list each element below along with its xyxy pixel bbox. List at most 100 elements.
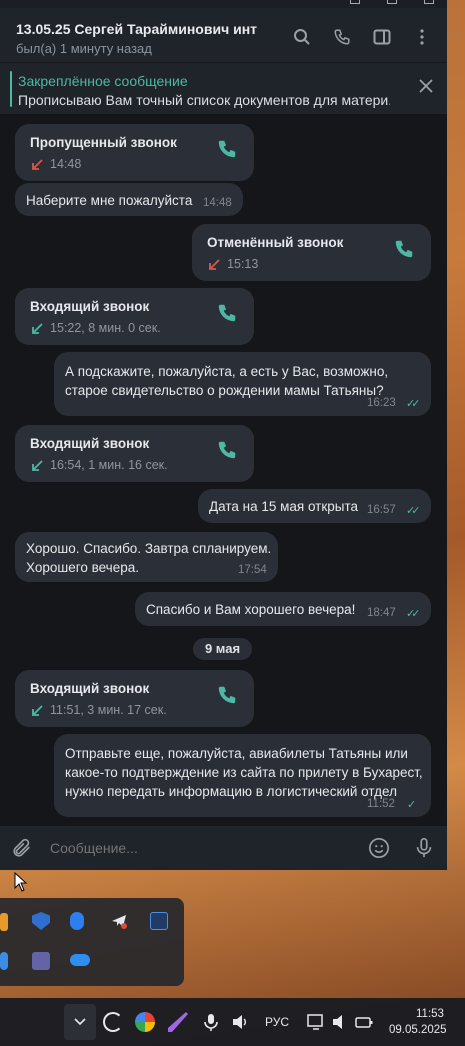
network-icon[interactable] <box>306 1012 326 1032</box>
system-tray-overflow <box>0 898 184 986</box>
phone-icon[interactable] <box>393 238 415 260</box>
compose-bar <box>0 826 447 870</box>
message-time: 16:57 <box>367 504 396 516</box>
read-ticks-icon: ✓✓ <box>406 398 421 410</box>
network-app-icon[interactable] <box>0 952 8 970</box>
search-icon[interactable] <box>291 26 313 48</box>
minimize-button[interactable] <box>350 0 361 4</box>
chrome-tray-icon[interactable] <box>135 1012 155 1032</box>
missed-call-arrow-icon <box>32 159 43 170</box>
bluetooth-icon[interactable] <box>70 912 84 930</box>
message-time: 16:23 <box>367 397 396 409</box>
read-ticks-icon: ✓✓ <box>406 608 421 620</box>
message-text: Спасибо и Вам хорошего вечера! <box>146 602 356 617</box>
call-bubble[interactable]: Входящий звонок 15:22, 8 мин. 0 сек. <box>15 288 254 345</box>
more-options-icon[interactable] <box>411 26 433 48</box>
battery-icon[interactable] <box>354 1012 374 1032</box>
phone-icon[interactable] <box>216 684 238 706</box>
message-bubble[interactable]: Спасибо и Вам хорошего вечера! 18:47 ✓✓ <box>135 592 431 626</box>
call-meta: 15:22, 8 мин. 0 сек. <box>50 321 161 335</box>
message-bubble[interactable]: А подскажите, пожалуйста, а есть у Вас, … <box>54 352 431 416</box>
pinned-indicator <box>10 71 12 107</box>
message-bubble[interactable]: Наберите мне пожалуйста 14:48 <box>15 183 243 216</box>
volume-icon[interactable] <box>230 1012 250 1032</box>
call-bubble[interactable]: Входящий звонок 11:51, 3 мин. 17 сек. <box>15 670 254 727</box>
pinned-message-bar[interactable]: Закреплённое сообщение Прописываю Вам то… <box>0 62 447 114</box>
feather-app-icon[interactable] <box>168 1012 188 1032</box>
call-title: Пропущенный звонок <box>30 135 177 150</box>
translate-app-icon[interactable] <box>150 912 168 930</box>
read-ticks-icon: ✓✓ <box>406 505 421 517</box>
window-controls <box>337 0 447 8</box>
message-bubble[interactable]: Дата на 15 мая открыта 16:57 ✓✓ <box>198 489 431 523</box>
message-text: Хорошо. Спасибо. Завтра спланируем. Хоро… <box>26 539 271 577</box>
message-line: Хорошего вечера. <box>26 560 139 575</box>
close-icon[interactable] <box>419 79 433 98</box>
telegram-window: 13.05.25 Сергей Тарайминович инт был(а) … <box>0 0 447 870</box>
phone-icon[interactable] <box>216 439 238 461</box>
pinned-title: Закреплённое сообщение <box>18 73 188 89</box>
call-meta: 16:54, 1 мин. 16 сек. <box>50 458 168 472</box>
incoming-call-arrow-icon <box>32 705 43 716</box>
sidebar-toggle-icon[interactable] <box>371 26 393 48</box>
maximize-button[interactable] <box>386 0 397 4</box>
message-list[interactable]: Пропущенный звонок 14:48 Наберите мне по… <box>0 114 447 826</box>
message-line: Отправьте еще, пожалуйста, авиабилеты Та… <box>65 746 408 761</box>
message-time: 18:47 <box>367 607 396 619</box>
show-hidden-icons-button[interactable] <box>64 1004 96 1040</box>
call-title: Входящий звонок <box>30 299 150 314</box>
message-time: 17:54 <box>238 564 267 576</box>
folder-app-icon[interactable] <box>0 913 8 931</box>
date-divider: 9 мая <box>193 638 252 660</box>
contact-status: был(а) 1 минуту назад <box>16 41 152 56</box>
incoming-call-arrow-icon <box>32 460 43 471</box>
microphone-icon[interactable] <box>413 837 435 859</box>
chat-header: 13.05.25 Сергей Тарайминович инт был(а) … <box>0 8 447 62</box>
security-shield-icon[interactable] <box>32 912 50 930</box>
message-line: Хорошо. Спасибо. Завтра спланируем. <box>26 541 272 556</box>
message-input[interactable] <box>50 840 350 856</box>
speaker-icon[interactable] <box>330 1012 350 1032</box>
call-bubble[interactable]: Отменённый звонок 15:13 <box>192 224 431 281</box>
microphone-tray-icon[interactable] <box>201 1012 221 1032</box>
call-meta: 11:51, 3 мин. 17 сек. <box>50 703 167 717</box>
call-bubble[interactable]: Пропущенный звонок 14:48 <box>15 124 254 181</box>
clock-date[interactable]: 09.05.2025 <box>389 1024 447 1036</box>
sent-tick-icon: ✓ <box>407 799 416 811</box>
emoji-icon[interactable] <box>368 837 390 859</box>
message-text: А подскажите, пожалуйста, а есть у Вас, … <box>65 362 388 400</box>
input-language[interactable]: РУС <box>265 1015 289 1029</box>
call-bubble[interactable]: Входящий звонок 16:54, 1 мин. 16 сек. <box>15 425 254 482</box>
teams-icon[interactable] <box>32 952 50 970</box>
message-bubble[interactable]: Отправьте еще, пожалуйста, авиабилеты Та… <box>54 734 431 817</box>
incoming-call-arrow-icon <box>32 323 43 334</box>
call-title: Отменённый звонок <box>207 235 344 250</box>
message-time: 11:52 <box>367 798 395 810</box>
phone-call-icon[interactable] <box>331 26 353 48</box>
call-meta: 15:13 <box>227 257 259 271</box>
mouse-cursor-icon <box>14 872 28 892</box>
pinned-text: Прописываю Вам точный список документов … <box>18 92 390 108</box>
clock-time[interactable]: 11:53 <box>416 1008 444 1020</box>
close-window-button[interactable] <box>423 0 434 4</box>
contact-name[interactable]: 13.05.25 Сергей Тарайминович инт <box>16 21 257 37</box>
chevron-down-icon <box>74 1018 86 1026</box>
message-text: Наберите мне пожалуйста <box>26 193 193 208</box>
call-title: Входящий звонок <box>30 436 150 451</box>
phone-icon[interactable] <box>216 138 238 160</box>
taskbar: РУС 11:53 09.05.2025 <box>0 998 465 1046</box>
message-bubble[interactable]: Хорошо. Спасибо. Завтра спланируем. Хоро… <box>15 532 278 582</box>
attach-icon[interactable] <box>11 837 33 859</box>
message-text: Отправьте еще, пожалуйста, авиабилеты Та… <box>65 744 423 801</box>
phone-icon[interactable] <box>216 302 238 324</box>
cancelled-call-arrow-icon <box>209 259 220 270</box>
onedrive-icon[interactable] <box>70 954 90 966</box>
message-time: 14:48 <box>203 197 232 209</box>
telegram-tray-icon[interactable] <box>110 912 128 930</box>
sync-icon[interactable] <box>103 1012 123 1032</box>
message-line: А подскажите, пожалуйста, а есть у Вас, … <box>65 364 389 379</box>
message-line: какое-то подтверждение из сайта по приле… <box>65 765 423 780</box>
message-line: старое свидетельство о рождении мамы Тат… <box>65 383 384 398</box>
call-meta: 14:48 <box>50 157 82 171</box>
call-title: Входящий звонок <box>30 681 150 696</box>
